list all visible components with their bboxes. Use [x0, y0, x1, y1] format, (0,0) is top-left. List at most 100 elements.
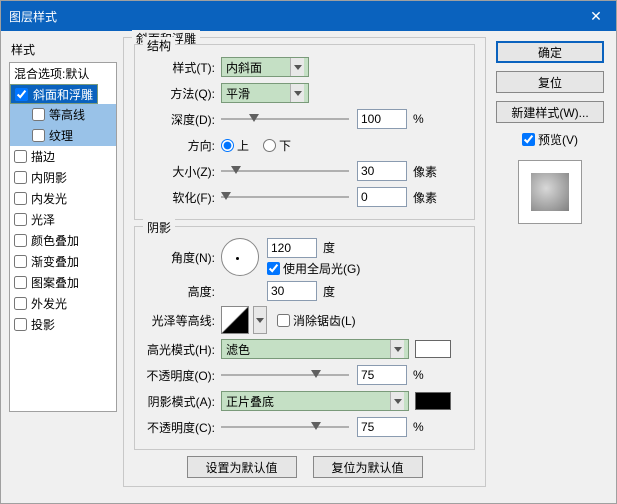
style-item-label: 图案叠加: [31, 274, 79, 291]
style-item-2[interactable]: 纹理: [10, 125, 116, 146]
style-label: 样式(T):: [145, 59, 221, 76]
structure-group: 结构 样式(T): 内斜面 方法(Q): 平滑 深度(D): 100 % 方向:…: [134, 44, 475, 220]
soften-slider[interactable]: [221, 190, 349, 204]
depth-slider[interactable]: [221, 112, 349, 126]
reset-default-button[interactable]: 复位为默认值: [313, 456, 423, 478]
shadow-opacity-slider[interactable]: [221, 420, 349, 434]
style-item-9[interactable]: 图案叠加: [10, 272, 116, 293]
angle-label: 角度(N):: [145, 249, 221, 266]
highlight-mode-select[interactable]: 滤色: [221, 339, 409, 359]
close-icon: ✕: [590, 8, 602, 25]
style-checkbox[interactable]: [14, 213, 27, 226]
chevron-down-icon[interactable]: [253, 306, 267, 334]
structure-legend: 结构: [143, 37, 175, 54]
style-item-label: 内阴影: [31, 169, 67, 186]
make-default-button[interactable]: 设置为默认值: [187, 456, 297, 478]
shadow-opacity-unit: %: [413, 420, 424, 434]
style-item-label: 斜面和浮雕: [33, 86, 93, 103]
style-select[interactable]: 内斜面: [221, 57, 309, 77]
styles-list: 混合选项:默认 斜面和浮雕等高线纹理描边内阴影内发光光泽颜色叠加渐变叠加图案叠加…: [9, 62, 117, 412]
style-checkbox[interactable]: [14, 318, 27, 331]
altitude-input[interactable]: 30: [267, 281, 317, 301]
style-checkbox[interactable]: [14, 276, 27, 289]
style-item-label: 等高线: [49, 106, 85, 123]
style-item-10[interactable]: 外发光: [10, 293, 116, 314]
style-item-label: 描边: [31, 148, 55, 165]
highlight-opacity-input[interactable]: 75: [357, 365, 407, 385]
size-unit: 像素: [413, 163, 437, 180]
ok-button[interactable]: 确定: [496, 41, 604, 63]
shadow-mode-label: 阴影模式(A):: [145, 393, 221, 410]
global-light-checkbox[interactable]: 使用全局光(G): [267, 260, 360, 277]
gloss-contour[interactable]: [221, 306, 249, 334]
style-checkbox[interactable]: [32, 129, 45, 142]
style-item-11[interactable]: 投影: [10, 314, 116, 335]
style-item-label: 渐变叠加: [31, 253, 79, 270]
style-checkbox[interactable]: [14, 255, 27, 268]
style-item-5[interactable]: 内发光: [10, 188, 116, 209]
style-item-4[interactable]: 内阴影: [10, 167, 116, 188]
size-slider[interactable]: [221, 164, 349, 178]
bevel-group: 斜面和浮雕 结构 样式(T): 内斜面 方法(Q): 平滑 深度(D): 100…: [123, 37, 486, 487]
highlight-opacity-slider[interactable]: [221, 368, 349, 382]
highlight-opacity-unit: %: [413, 368, 424, 382]
styles-header: 样式: [9, 37, 117, 62]
cancel-button[interactable]: 复位: [496, 71, 604, 93]
depth-label: 深度(D):: [145, 111, 221, 128]
style-item-label: 投影: [31, 316, 55, 333]
shadow-color-swatch[interactable]: [415, 392, 451, 410]
soften-label: 软化(F):: [145, 189, 221, 206]
gloss-label: 光泽等高线:: [145, 312, 221, 329]
style-item-label: 光泽: [31, 211, 55, 228]
style-item-label: 颜色叠加: [31, 232, 79, 249]
technique-select[interactable]: 平滑: [221, 83, 309, 103]
chevron-down-icon: [390, 340, 404, 358]
shadow-opacity-input[interactable]: 75: [357, 417, 407, 437]
depth-unit: %: [413, 112, 424, 126]
style-item-label: 内发光: [31, 190, 67, 207]
antialias-checkbox[interactable]: 消除锯齿(L): [277, 312, 356, 329]
styles-panel: 样式 混合选项:默认 斜面和浮雕等高线纹理描边内阴影内发光光泽颜色叠加渐变叠加图…: [9, 37, 117, 495]
titlebar[interactable]: 图层样式 ✕: [1, 1, 616, 31]
direction-down-radio[interactable]: 下: [263, 137, 291, 154]
style-item-1[interactable]: 等高线: [10, 104, 116, 125]
close-button[interactable]: ✕: [576, 1, 616, 31]
style-item-6[interactable]: 光泽: [10, 209, 116, 230]
highlight-color-swatch[interactable]: [415, 340, 451, 358]
soften-input[interactable]: 0: [357, 187, 407, 207]
style-item-label: 外发光: [31, 295, 67, 312]
style-checkbox[interactable]: [14, 171, 27, 184]
style-item-label: 纹理: [49, 127, 73, 144]
action-panel: 确定 复位 新建样式(W)... 预览(V): [492, 37, 608, 495]
style-item-3[interactable]: 描边: [10, 146, 116, 167]
depth-input[interactable]: 100: [357, 109, 407, 129]
style-checkbox[interactable]: [14, 150, 27, 163]
highlight-opacity-label: 不透明度(O):: [145, 367, 221, 384]
chevron-down-icon: [290, 58, 304, 76]
shadow-opacity-label: 不透明度(C):: [145, 419, 221, 436]
altitude-unit: 度: [323, 283, 335, 300]
style-checkbox[interactable]: [14, 297, 27, 310]
style-checkbox[interactable]: [15, 88, 28, 101]
style-checkbox[interactable]: [14, 234, 27, 247]
new-style-button[interactable]: 新建样式(W)...: [496, 101, 604, 123]
size-input[interactable]: 30: [357, 161, 407, 181]
style-checkbox[interactable]: [32, 108, 45, 121]
shadow-mode-select[interactable]: 正片叠底: [221, 391, 409, 411]
size-label: 大小(Z):: [145, 163, 221, 180]
style-checkbox[interactable]: [14, 192, 27, 205]
style-item-0[interactable]: 斜面和浮雕: [10, 84, 98, 104]
altitude-label: 高度:: [145, 283, 221, 300]
angle-input[interactable]: 120: [267, 238, 317, 258]
shading-group: 阴影 角度(N): 120度 使用全局光(G) 高度: 30 度 光泽等高线:: [134, 226, 475, 450]
direction-up-radio[interactable]: 上: [221, 137, 249, 154]
style-item-7[interactable]: 颜色叠加: [10, 230, 116, 251]
style-item-8[interactable]: 渐变叠加: [10, 251, 116, 272]
blend-options[interactable]: 混合选项:默认: [10, 63, 116, 84]
layer-style-dialog: 图层样式 ✕ 样式 混合选项:默认 斜面和浮雕等高线纹理描边内阴影内发光光泽颜色…: [0, 0, 617, 504]
angle-unit: 度: [323, 239, 335, 256]
highlight-mode-label: 高光模式(H):: [145, 341, 221, 358]
angle-control[interactable]: [221, 238, 259, 276]
preview-checkbox[interactable]: 预览(V): [522, 131, 578, 148]
soften-unit: 像素: [413, 189, 437, 206]
